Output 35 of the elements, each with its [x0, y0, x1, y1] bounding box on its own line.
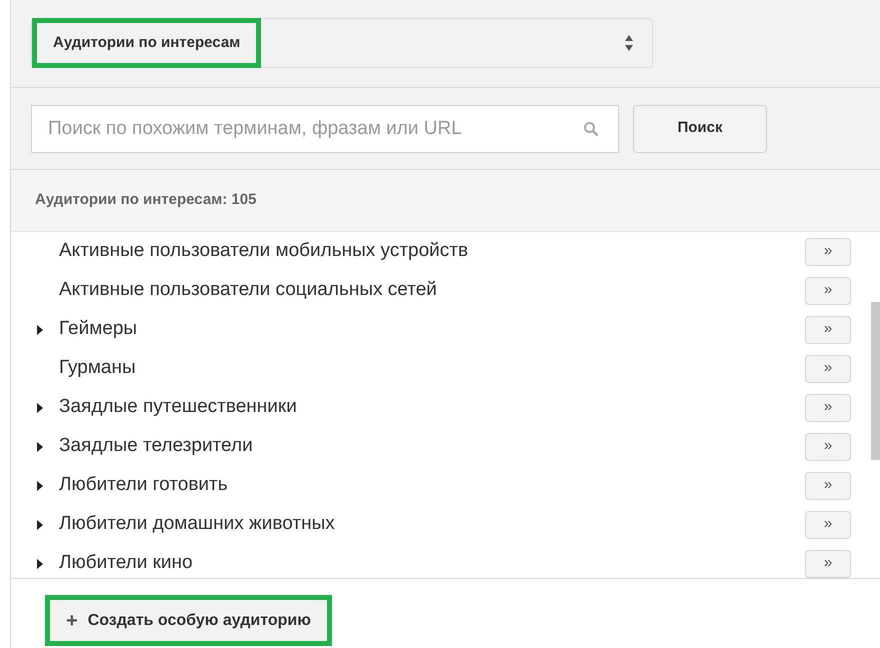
- add-button[interactable]: »: [805, 394, 851, 422]
- add-button[interactable]: »: [805, 550, 851, 578]
- audience-name[interactable]: Заядлые телезрители: [59, 432, 805, 461]
- add-button[interactable]: »: [805, 510, 851, 538]
- audience-name[interactable]: Любители кино: [59, 549, 805, 578]
- search-button[interactable]: Поиск: [633, 104, 767, 152]
- create-audience-button[interactable]: + Создать особую аудиторию: [45, 595, 332, 646]
- audience-name[interactable]: Активные пользователи социальных сетей: [59, 276, 805, 305]
- expand-triangle-icon[interactable]: [37, 442, 43, 452]
- expand-triangle-icon[interactable]: [37, 558, 43, 568]
- plus-icon: +: [66, 606, 78, 636]
- scrollbar[interactable]: [871, 302, 880, 460]
- list-header: Аудитории по интересам: 105: [35, 190, 256, 210]
- select-value: Аудитории по интересам: [32, 18, 262, 68]
- search-field[interactable]: Поиск по похожим терминам, фразам или URL: [31, 104, 619, 152]
- audience-name[interactable]: Заядлые путешественники: [59, 393, 805, 422]
- add-button[interactable]: »: [805, 276, 851, 304]
- audience-name[interactable]: Любители готовить: [59, 471, 805, 500]
- expand-triangle-icon[interactable]: [37, 324, 43, 334]
- add-button[interactable]: »: [805, 316, 851, 344]
- add-button[interactable]: »: [805, 354, 851, 382]
- search-icon: [583, 120, 599, 136]
- audience-name[interactable]: Любители домашних животных: [59, 510, 805, 539]
- expand-triangle-icon[interactable]: [37, 520, 43, 530]
- add-button[interactable]: »: [805, 432, 851, 460]
- audience-name[interactable]: Активные пользователи мобильных устройств: [59, 237, 805, 266]
- audience-name[interactable]: Геймеры: [59, 315, 805, 344]
- add-button[interactable]: »: [805, 238, 851, 266]
- expand-triangle-icon[interactable]: [37, 480, 43, 490]
- add-button[interactable]: »: [805, 472, 851, 500]
- button-label: Создать особую аудиторию: [88, 610, 311, 630]
- sort-arrows-icon: [624, 34, 634, 52]
- audience-name[interactable]: Гурманы: [59, 354, 805, 383]
- category-select[interactable]: Аудитории по интересам: [31, 18, 653, 68]
- expand-triangle-icon[interactable]: [37, 402, 43, 412]
